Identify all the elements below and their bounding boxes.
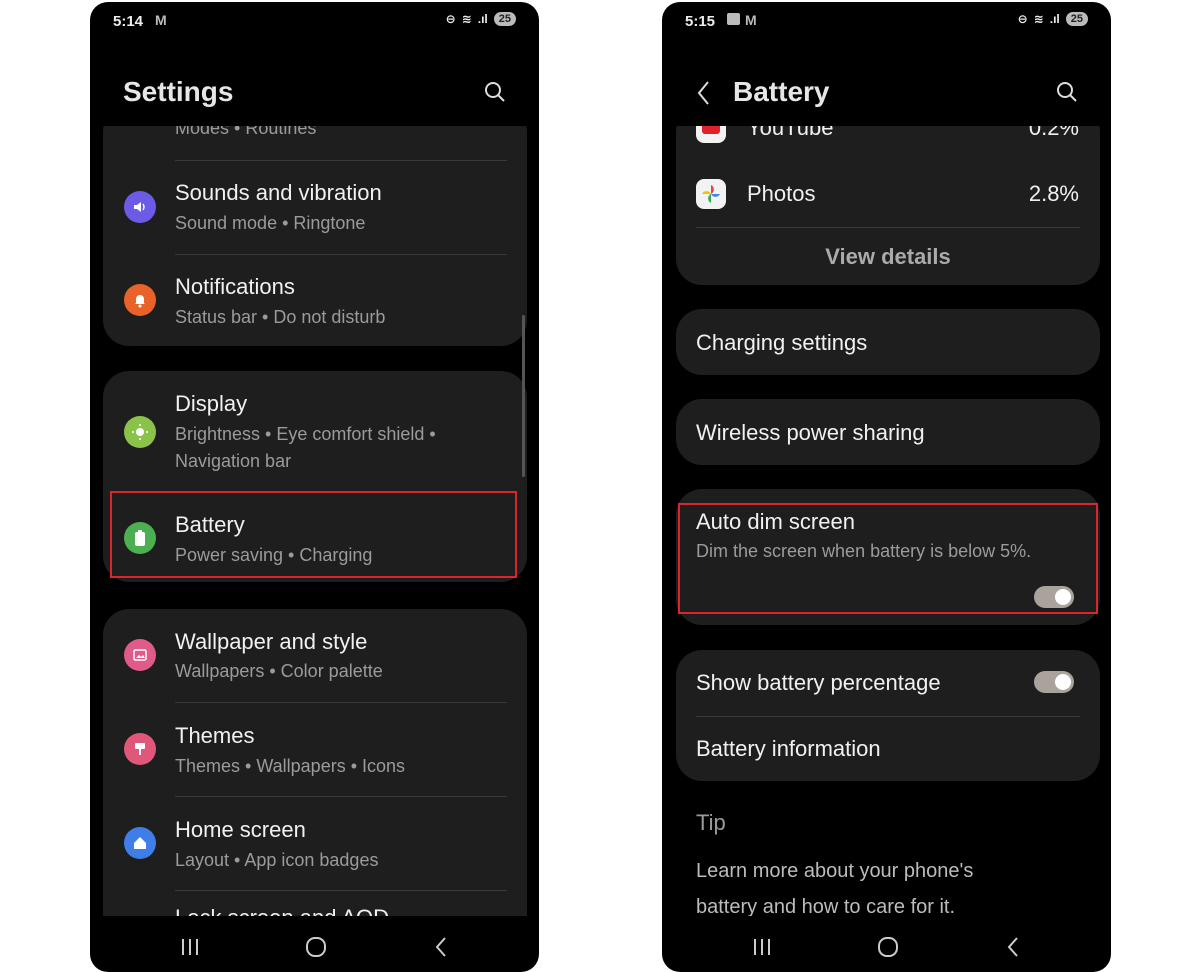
item-sub: Wallpapers • Color palette <box>175 661 383 681</box>
item-sub: Themes • Wallpapers • Icons <box>175 756 406 776</box>
item-title: Sounds and vibration <box>175 180 382 205</box>
search-icon[interactable] <box>1055 80 1079 104</box>
wifi-icon: ≋ <box>461 12 472 26</box>
back-icon[interactable] <box>1006 936 1020 958</box>
highlight-box <box>678 503 1098 614</box>
battery-list: YouTube 0.2% Photos 2.8% View details Ch… <box>662 126 1111 916</box>
tip-line-1: Learn more about your phone's <box>696 860 974 882</box>
settings-phone: 5:14 M ⊖ ≋ .ıl 25 Settings Modes • Routi… <box>90 2 539 972</box>
status-time: 5:15 <box>685 13 716 30</box>
page-title: Battery <box>733 76 830 107</box>
gallery-icon <box>727 13 740 25</box>
photos-icon <box>696 179 726 209</box>
navigation-bar <box>90 932 539 962</box>
recents-icon[interactable] <box>752 937 772 957</box>
divider <box>696 716 1080 717</box>
settings-item-lock-screen[interactable]: Lock screen and AOD <box>175 905 389 916</box>
status-bar: 5:14 M ⊖ ≋ .ıl 25 <box>113 12 516 32</box>
image-icon <box>124 639 156 671</box>
item-sub: Layout • App icon badges <box>175 850 379 870</box>
recents-icon[interactable] <box>180 937 200 957</box>
divider <box>175 160 507 161</box>
speaker-icon <box>124 191 156 223</box>
battery-level: 25 <box>1065 12 1088 26</box>
tip-heading: Tip <box>696 810 726 835</box>
status-icons: ⊖ ≋ .ıl 25 <box>1018 12 1088 26</box>
wireless-power-sharing-item[interactable]: Wireless power sharing <box>676 399 1100 465</box>
youtube-icon <box>696 126 726 143</box>
app-percent: 2.8% <box>1028 181 1079 206</box>
status-bar: 5:15 M ⊖ ≋ .ıl 25 <box>685 12 1088 32</box>
gmail-icon: M <box>745 12 757 28</box>
divider <box>175 796 507 797</box>
divider <box>175 254 507 255</box>
home-button-icon[interactable] <box>877 936 899 958</box>
item-title: Wallpaper and style <box>175 629 368 654</box>
signal-icon: .ıl <box>477 12 488 26</box>
sun-icon <box>124 416 156 448</box>
status-time: 5:14 <box>113 13 144 30</box>
view-details-button[interactable]: View details <box>676 244 1100 270</box>
item-sub: Brightness • Eye comfort shield • <box>175 424 436 444</box>
charging-settings-item[interactable]: Charging settings <box>676 309 1100 375</box>
battery-options-card: Show battery percentage Battery informat… <box>676 650 1100 781</box>
navigation-bar <box>662 932 1111 962</box>
battery-phone: 5:15 M ⊖ ≋ .ıl 25 Battery YouTube 0.2% P… <box>662 2 1111 972</box>
status-icons: ⊖ ≋ .ıl 25 <box>446 12 516 26</box>
home-button-icon[interactable] <box>305 936 327 958</box>
highlight-box <box>110 491 517 578</box>
dnd-icon: ⊖ <box>445 12 456 26</box>
item-sub: Sound mode • Ringtone <box>175 213 366 233</box>
item-title: Show battery percentage <box>696 670 941 695</box>
item-title: Home screen <box>175 817 306 842</box>
scrollbar[interactable] <box>522 315 525 477</box>
back-arrow-icon[interactable] <box>696 80 710 106</box>
app-percent: 0.2% <box>1028 126 1079 140</box>
settings-list: Modes • Routines Sounds and vibration So… <box>90 126 539 916</box>
item-sub: Status bar • Do not disturb <box>175 307 386 327</box>
dnd-icon: ⊖ <box>1017 12 1028 26</box>
divider <box>175 890 507 891</box>
page-title: Settings <box>123 76 234 107</box>
divider <box>696 227 1080 228</box>
item-title: Wireless power sharing <box>696 420 925 445</box>
modes-routines-sub[interactable]: Modes • Routines <box>175 126 316 139</box>
brush-icon <box>124 733 156 765</box>
item-sub-2: Navigation bar <box>175 451 292 471</box>
item-title: Themes <box>175 723 255 748</box>
app-name: Photos <box>747 181 816 206</box>
divider <box>175 702 507 703</box>
wifi-icon: ≋ <box>1033 12 1044 26</box>
signal-icon: .ıl <box>1049 12 1060 26</box>
battery-information-item[interactable]: Battery information <box>696 736 881 762</box>
back-icon[interactable] <box>434 936 448 958</box>
item-title: Charging settings <box>696 330 868 355</box>
item-title: Display <box>175 391 248 416</box>
gmail-icon: M <box>155 12 167 28</box>
home-icon <box>124 827 156 859</box>
bell-icon <box>124 284 156 316</box>
tip-line-2[interactable]: battery and how to care for it. <box>696 896 955 916</box>
show-percentage-toggle[interactable] <box>1034 671 1074 693</box>
search-icon[interactable] <box>483 80 507 104</box>
app-name: YouTube <box>747 126 834 140</box>
battery-level: 25 <box>493 12 516 26</box>
item-title: Notifications <box>175 274 295 299</box>
